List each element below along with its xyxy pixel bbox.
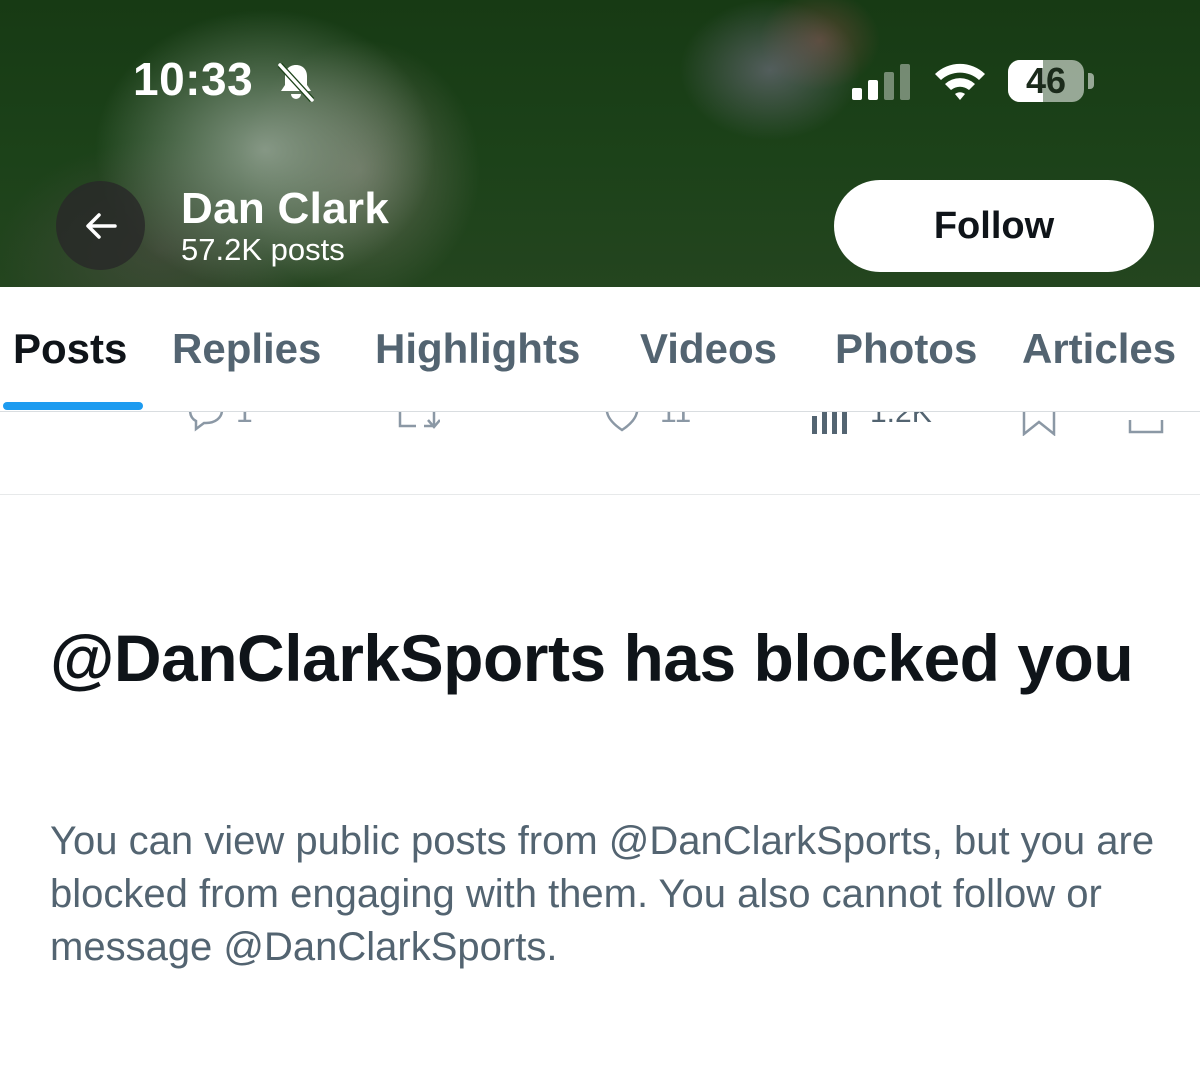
follow-button[interactable]: Follow — [834, 180, 1154, 272]
back-button[interactable] — [56, 181, 145, 270]
profile-banner: 10:33 46 Dan Clark 57.2K posts Follow — [0, 0, 1200, 287]
blocked-title: @DanClarkSports has blocked you — [50, 621, 1134, 695]
bell-slash-icon — [277, 62, 315, 103]
cellular-signal-icon — [852, 64, 910, 100]
reply-icon[interactable] — [184, 412, 228, 436]
tab-highlights[interactable]: Highlights — [375, 325, 580, 373]
reply-count: 1 — [236, 412, 253, 429]
battery-cap — [1088, 73, 1094, 89]
share-icon[interactable] — [1126, 412, 1166, 436]
active-tab-indicator — [3, 402, 143, 410]
views-count: 1.2K — [870, 412, 932, 429]
like-icon[interactable] — [600, 412, 644, 436]
post-count: 57.2K posts — [181, 232, 345, 267]
bookmark-icon[interactable] — [1020, 412, 1058, 436]
battery-level: 46 — [1025, 60, 1067, 101]
tab-replies[interactable]: Replies — [172, 325, 321, 373]
profile-tabs: Posts Replies Highlights Videos Photos A… — [0, 287, 1200, 412]
like-count: 11 — [660, 412, 692, 429]
post-action-bar: 1 11 1.2K — [0, 412, 1200, 495]
tab-photos[interactable]: Photos — [835, 325, 977, 373]
profile-name: Dan Clark — [181, 184, 390, 233]
blocked-description: You can view public posts from @DanClark… — [50, 819, 1155, 969]
repost-icon[interactable] — [394, 412, 440, 436]
wifi-icon — [935, 63, 985, 100]
battery-indicator: 46 — [1008, 60, 1084, 102]
tab-articles[interactable]: Articles — [1022, 325, 1176, 373]
status-time: 10:33 — [133, 53, 254, 105]
views-icon[interactable] — [810, 412, 852, 436]
tab-videos[interactable]: Videos — [640, 325, 777, 373]
tab-posts[interactable]: Posts — [13, 325, 127, 373]
arrow-left-icon — [85, 212, 117, 239]
